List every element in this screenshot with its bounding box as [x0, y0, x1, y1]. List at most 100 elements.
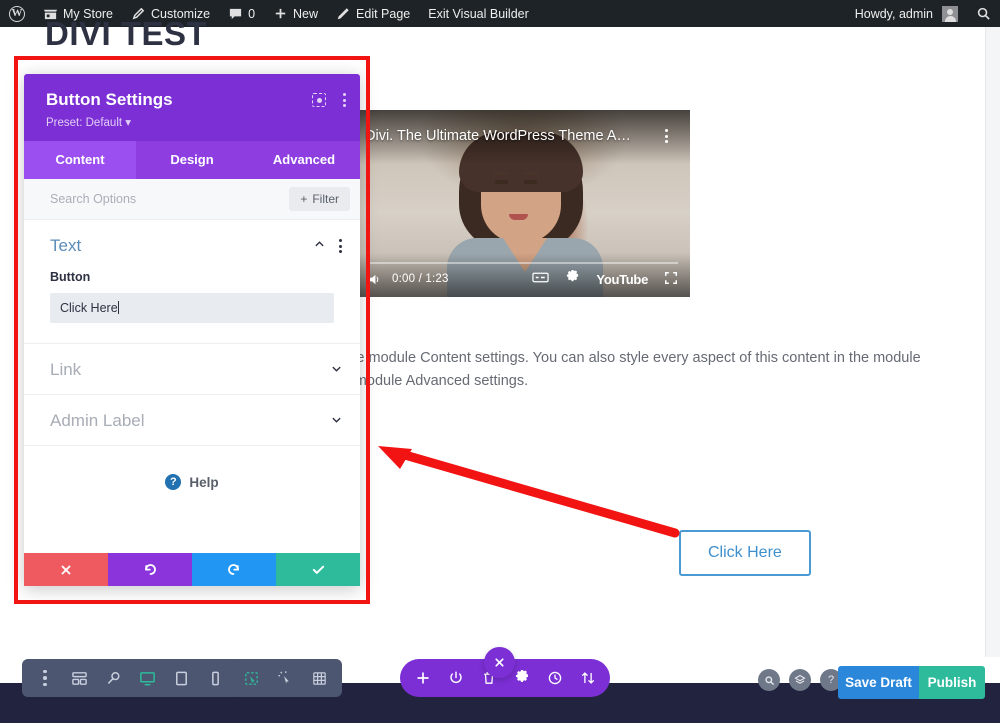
help-label: Help: [189, 474, 219, 490]
panel-header: Button Settings Preset: Default ▾: [24, 74, 360, 141]
section-text: Text Button Click Here: [24, 220, 360, 344]
redo-button[interactable]: [192, 553, 276, 586]
comment-icon: [228, 6, 243, 21]
panel-scroll-area: Text Button Click Here Link Admin Label …: [24, 220, 360, 553]
desktop-icon[interactable]: [130, 659, 164, 697]
kebab-menu-icon[interactable]: [339, 239, 342, 253]
panel-title: Button Settings: [46, 90, 173, 109]
adminbar-label: 0: [248, 6, 256, 21]
video-module[interactable]: Divi. The Ultimate WordPress Theme An...…: [355, 110, 690, 297]
chevron-down-icon[interactable]: [331, 412, 342, 430]
adminbar-search-button[interactable]: [967, 0, 1000, 27]
module-body-text: e or in the module Content settings. You…: [300, 350, 921, 390]
chevron-up-icon[interactable]: [314, 237, 325, 255]
zoom-icon[interactable]: [96, 659, 130, 697]
grid-icon[interactable]: [302, 659, 336, 697]
video-controls: 0:00 / 1:23 YouTube: [355, 253, 690, 297]
section-admin-label: Admin Label: [24, 395, 360, 446]
panel-search-row: Search Options + Filter: [24, 179, 360, 220]
avatar: [942, 5, 958, 22]
undo-button[interactable]: [108, 553, 192, 586]
adminbar-item-new[interactable]: New: [264, 0, 327, 27]
publish-button[interactable]: Publish: [919, 666, 985, 699]
power-icon[interactable]: [439, 659, 472, 697]
kebab-menu-icon[interactable]: [28, 659, 62, 697]
save-draft-button[interactable]: Save Draft: [838, 666, 919, 699]
section-admin-label-label: Admin Label: [50, 411, 145, 430]
phone-icon[interactable]: [198, 659, 232, 697]
search-options-input[interactable]: Search Options: [50, 192, 136, 206]
adminbar-item-comments[interactable]: 0: [219, 0, 264, 27]
kebab-menu-icon[interactable]: [343, 93, 346, 107]
builder-toolbar-left: [22, 659, 238, 697]
adminbar-label: Edit Page: [356, 6, 411, 21]
layers-icon[interactable]: [789, 669, 811, 691]
focus-mode-icon[interactable]: [312, 93, 326, 107]
close-x-icon[interactable]: [484, 647, 515, 678]
builder-toolbar-left-secondary: [228, 659, 342, 697]
panel-preset-label: Preset: Default: [46, 117, 123, 129]
tab-advanced[interactable]: Advanced: [248, 141, 360, 179]
chevron-down-icon: ▾: [125, 117, 132, 129]
search-icon[interactable]: [758, 669, 780, 691]
panel-tabs: Content Design Advanced: [24, 141, 360, 179]
adminbar-account[interactable]: Howdy, admin: [846, 0, 967, 27]
plus-icon: [273, 6, 288, 21]
video-timestamp: 0:00 / 1:23: [392, 273, 449, 285]
tab-design[interactable]: Design: [136, 141, 248, 179]
page-right-edge: [985, 27, 1000, 657]
settings-gear-icon[interactable]: [565, 270, 580, 288]
wireframe-icon[interactable]: [62, 659, 96, 697]
filter-button[interactable]: + Filter: [289, 187, 350, 211]
sort-icon[interactable]: [571, 659, 604, 697]
help-link[interactable]: ? Help: [24, 446, 360, 490]
howdy-label: Howdy, admin: [854, 6, 933, 21]
panel-action-bar: [24, 553, 360, 586]
plus-icon: +: [300, 192, 308, 206]
section-text-label: Text: [50, 236, 82, 255]
chevron-down-icon[interactable]: [331, 361, 342, 379]
wordpress-logo-icon: W: [9, 5, 25, 22]
help-question-icon: ?: [165, 474, 182, 490]
history-clock-icon[interactable]: [538, 659, 571, 697]
screen-root: W My Store Customize 0 New Edit Page Exi…: [0, 0, 1000, 723]
volume-icon[interactable]: [367, 272, 382, 287]
adminbar-item-edit-page[interactable]: Edit Page: [327, 0, 419, 27]
section-link: Link: [24, 344, 360, 395]
save-button[interactable]: [276, 553, 360, 586]
adminbar-label: Exit Visual Builder: [428, 6, 529, 21]
page-title: DIVI TEST: [45, 15, 208, 52]
fullscreen-icon[interactable]: [664, 271, 678, 288]
tablet-icon[interactable]: [164, 659, 198, 697]
section-link-label: Link: [50, 360, 82, 379]
builder-right-icons: ?: [758, 669, 842, 691]
captions-icon[interactable]: [532, 271, 550, 287]
video-title: Divi. The Ultimate WordPress Theme An...: [365, 128, 635, 144]
adminbar-item-exit-visual-builder[interactable]: Exit Visual Builder: [419, 0, 538, 27]
field-label-button: Button: [50, 270, 91, 284]
video-progress-bar[interactable]: [367, 261, 678, 264]
annotation-arrow: [378, 446, 680, 538]
button-text-input[interactable]: Click Here: [50, 293, 334, 323]
add-icon[interactable]: [406, 659, 439, 697]
cancel-button[interactable]: [24, 553, 108, 586]
tab-content[interactable]: Content: [24, 141, 136, 179]
section-text-body: Button Click Here: [24, 270, 360, 343]
wp-logo-menu[interactable]: W: [0, 0, 34, 27]
select-area-icon[interactable]: [234, 659, 268, 697]
cta-click-here-button[interactable]: Click Here: [679, 530, 811, 576]
section-text-header[interactable]: Text: [24, 220, 360, 270]
section-link-header[interactable]: Link: [24, 344, 360, 394]
button-text-value: Click Here: [60, 301, 118, 315]
youtube-brand-label[interactable]: YouTube: [596, 272, 648, 287]
click-cursor-icon[interactable]: [268, 659, 302, 697]
panel-preset-selector[interactable]: Preset: Default ▾: [46, 115, 342, 129]
button-settings-panel[interactable]: Button Settings Preset: Default ▾ Conten…: [24, 74, 360, 586]
text-caret: [117, 301, 119, 314]
pencil-icon: [336, 6, 351, 21]
search-icon: [976, 6, 991, 21]
section-admin-label-header[interactable]: Admin Label: [24, 395, 360, 445]
adminbar-label: New: [293, 6, 319, 21]
filter-label: Filter: [312, 192, 339, 206]
kebab-menu-icon[interactable]: [665, 129, 668, 143]
